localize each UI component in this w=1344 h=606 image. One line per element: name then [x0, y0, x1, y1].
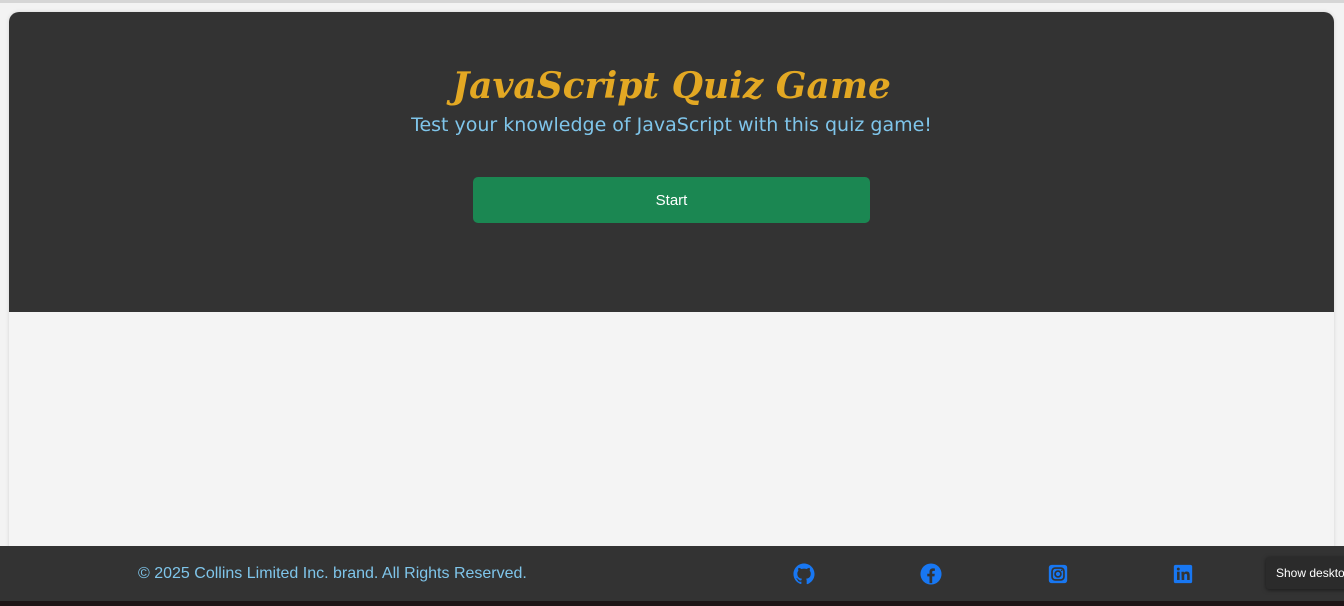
page-subtitle: Test your knowledge of JavaScript with t…	[411, 114, 932, 136]
page: JavaScript Quiz Game Test your knowledge…	[0, 0, 1344, 606]
facebook-icon-glyph	[920, 563, 942, 585]
github-icon-glyph	[793, 563, 815, 585]
start-button[interactable]: Start	[473, 177, 870, 223]
page-title: JavaScript Quiz Game	[452, 65, 891, 107]
quiz-card: JavaScript Quiz Game Test your knowledge…	[9, 12, 1334, 572]
hero-section: JavaScript Quiz Game Test your knowledge…	[9, 12, 1334, 312]
taskbar-edge	[0, 601, 1344, 606]
footer: © 2025 Collins Limited Inc. brand. All R…	[0, 546, 1344, 602]
facebook-icon[interactable]	[920, 563, 942, 585]
linkedin-icon-glyph	[1173, 564, 1193, 584]
top-border	[0, 0, 1344, 3]
github-icon[interactable]	[793, 563, 815, 585]
linkedin-icon[interactable]	[1172, 563, 1194, 585]
copyright-text: © 2025 Collins Limited Inc. brand. All R…	[138, 565, 527, 582]
instagram-icon[interactable]	[1047, 563, 1069, 585]
show-desktop-tooltip: Show deskto	[1266, 557, 1344, 589]
instagram-icon-glyph	[1048, 564, 1068, 584]
